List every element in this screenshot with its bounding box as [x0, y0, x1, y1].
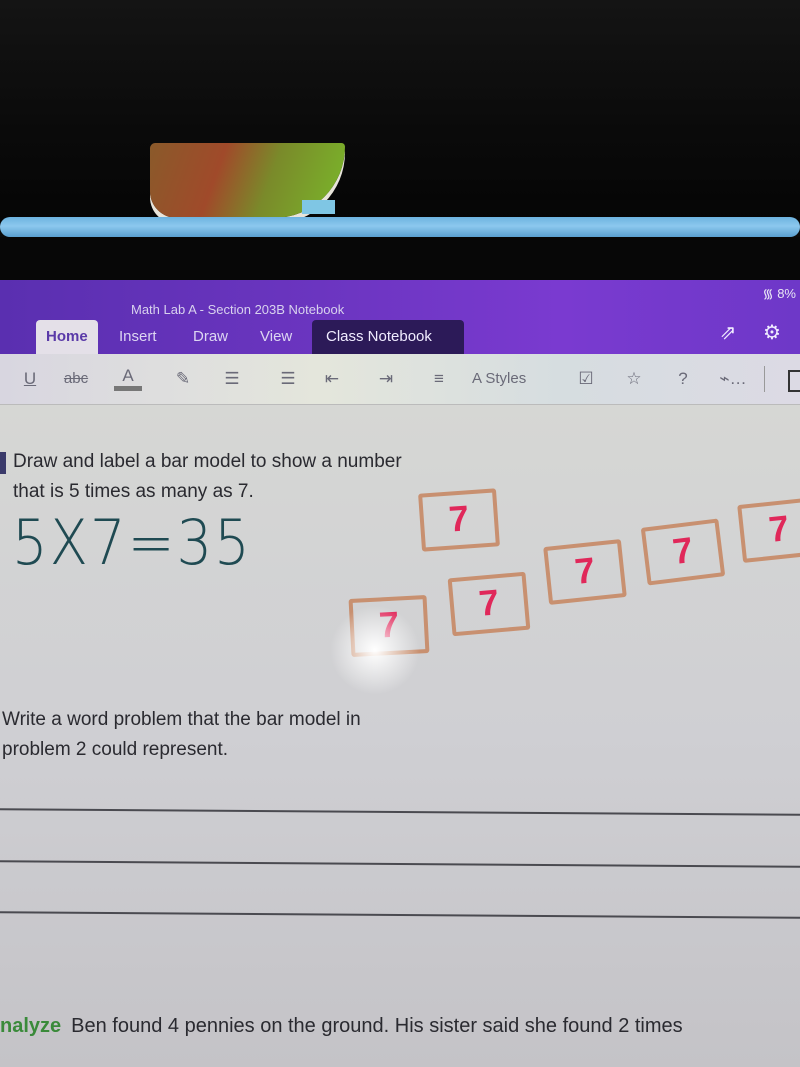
- bar-model-box: 7: [640, 518, 726, 586]
- tab-draw[interactable]: Draw: [183, 320, 238, 354]
- background-desk: [0, 0, 800, 222]
- tab-class-notebook[interactable]: Class Notebook: [312, 320, 464, 354]
- increase-indent-icon[interactable]: ⇥: [372, 366, 400, 392]
- bar-model-box: 7: [737, 497, 800, 563]
- tablet-bezel: [0, 237, 800, 282]
- settings-gear-icon[interactable]: ⚙: [760, 320, 784, 344]
- analyze-text: Ben found 4 pennies on the ground. His s…: [71, 1015, 683, 1037]
- styles-label: Styles: [485, 370, 527, 387]
- ribbon: ᯾ 8% Math Lab A - Section 203B Notebook …: [0, 280, 800, 354]
- analyze-label: nalyze: [0, 1015, 62, 1037]
- strikethrough-icon[interactable]: abc: [60, 366, 92, 392]
- bar-model-box: 7: [543, 539, 627, 605]
- underline-icon[interactable]: U: [20, 366, 40, 392]
- handwritten-equation: 5X7=35: [12, 507, 252, 580]
- wifi-icon: ᯾: [762, 286, 774, 301]
- notebook-page: Draw and label a bar model to show a num…: [0, 405, 800, 1067]
- panel-icon[interactable]: [788, 370, 800, 392]
- status-bar: ᯾ 8%: [763, 284, 797, 302]
- answer-line[interactable]: [0, 911, 800, 919]
- clip-tab: [302, 200, 335, 214]
- tab-home[interactable]: Home: [36, 320, 98, 354]
- analyze-problem: nalyze Ben found 4 pennies on the ground.…: [0, 1015, 683, 1038]
- answer-line[interactable]: [0, 860, 800, 868]
- bar-model-box: 7: [418, 488, 500, 552]
- decrease-indent-icon[interactable]: ⇤: [318, 366, 346, 392]
- highlighter-icon[interactable]: ✎: [172, 366, 194, 392]
- battery-level: 8%: [777, 286, 796, 301]
- answer-line[interactable]: [0, 808, 800, 816]
- bar-model-box: 7: [447, 571, 531, 637]
- styles-button[interactable]: A Styles: [472, 366, 562, 392]
- question-2-text: Draw and label a bar model to show a num…: [13, 451, 402, 502]
- notebook-title: Math Lab A - Section 203B Notebook: [131, 302, 345, 317]
- tag-more-icon[interactable]: ⌁…: [718, 366, 748, 392]
- screen-glare: [330, 605, 420, 695]
- bullet-list-icon[interactable]: ☰: [220, 366, 244, 392]
- share-icon[interactable]: ⇗: [716, 320, 740, 344]
- font-color-icon[interactable]: A: [114, 366, 142, 391]
- question-marker: [0, 452, 6, 474]
- charging-cable: [0, 217, 800, 237]
- toolbar-divider: [764, 366, 765, 392]
- styles-icon: A: [472, 370, 482, 387]
- star-icon[interactable]: ☆: [622, 366, 646, 392]
- tab-insert[interactable]: Insert: [109, 320, 167, 354]
- question-3-text: Write a word problem that the bar model …: [2, 709, 361, 760]
- todo-checkbox-icon[interactable]: ☑: [574, 366, 598, 392]
- align-icon[interactable]: ≡: [428, 366, 450, 392]
- numbered-list-icon[interactable]: ☰: [276, 366, 300, 392]
- question-icon[interactable]: ?: [672, 366, 694, 392]
- formatting-toolbar: U abc A ✎ ☰ ☰ ⇤ ⇥ ≡ A Styles ☑ ☆ ? ⌁…: [0, 354, 800, 405]
- tab-view[interactable]: View: [250, 320, 302, 354]
- tablet-screen: ᯾ 8% Math Lab A - Section 203B Notebook …: [0, 280, 800, 1067]
